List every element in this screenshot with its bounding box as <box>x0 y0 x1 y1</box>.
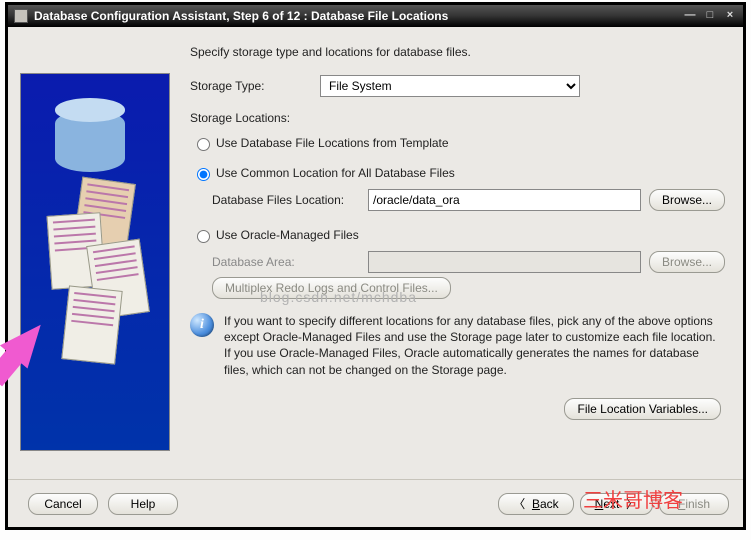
database-area-input <box>368 251 641 273</box>
database-area-label: Database Area: <box>212 255 360 269</box>
multiplex-button: Multiplex Redo Logs and Control Files... <box>212 277 451 299</box>
db-files-location-label: Database Files Location: <box>212 193 360 207</box>
storage-locations-label: Storage Locations: <box>190 111 725 125</box>
storage-type-select[interactable]: File System <box>320 75 580 97</box>
cancel-button[interactable]: Cancel <box>28 493 98 515</box>
radio-from-template-input[interactable] <box>197 138 210 151</box>
maximize-icon[interactable]: □ <box>703 10 717 22</box>
radio-oracle-managed-input[interactable] <box>197 230 210 243</box>
window-title: Database Configuration Assistant, Step 6… <box>34 9 448 23</box>
minimize-icon[interactable]: — <box>683 10 697 22</box>
wizard-footer: Cancel Help 〈 Back Next 〉 Finish <box>8 479 743 527</box>
radio-oracle-managed-label: Use Oracle-Managed Files <box>216 228 359 242</box>
radio-common-location-label: Use Common Location for All Database Fil… <box>216 166 455 180</box>
close-icon[interactable]: × <box>723 10 737 22</box>
radio-oracle-managed[interactable]: Use Oracle-Managed Files <box>192 227 725 243</box>
radio-from-template-label: Use Database File Locations from Templat… <box>216 136 449 150</box>
radio-from-template[interactable]: Use Database File Locations from Templat… <box>192 135 725 151</box>
radio-common-location[interactable]: Use Common Location for All Database Fil… <box>192 165 725 181</box>
browse-omf-button: Browse... <box>649 251 725 273</box>
finish-button: Finish <box>659 493 729 515</box>
help-button[interactable]: Help <box>108 493 178 515</box>
next-button[interactable]: Next 〉 <box>580 493 653 515</box>
window-titlebar: Database Configuration Assistant, Step 6… <box>8 5 743 27</box>
db-files-location-input[interactable] <box>368 189 641 211</box>
back-button[interactable]: 〈 Back <box>498 493 573 515</box>
radio-common-location-input[interactable] <box>197 168 210 181</box>
storage-type-label: Storage Type: <box>190 79 320 93</box>
info-icon: i <box>190 313 214 337</box>
wizard-illustration <box>20 73 170 451</box>
page-instruction: Specify storage type and locations for d… <box>190 45 725 59</box>
browse-common-button[interactable]: Browse... <box>649 189 725 211</box>
app-icon <box>14 9 28 23</box>
file-location-variables-button[interactable]: File Location Variables... <box>564 398 721 420</box>
info-text: If you want to specify different locatio… <box>224 313 721 378</box>
